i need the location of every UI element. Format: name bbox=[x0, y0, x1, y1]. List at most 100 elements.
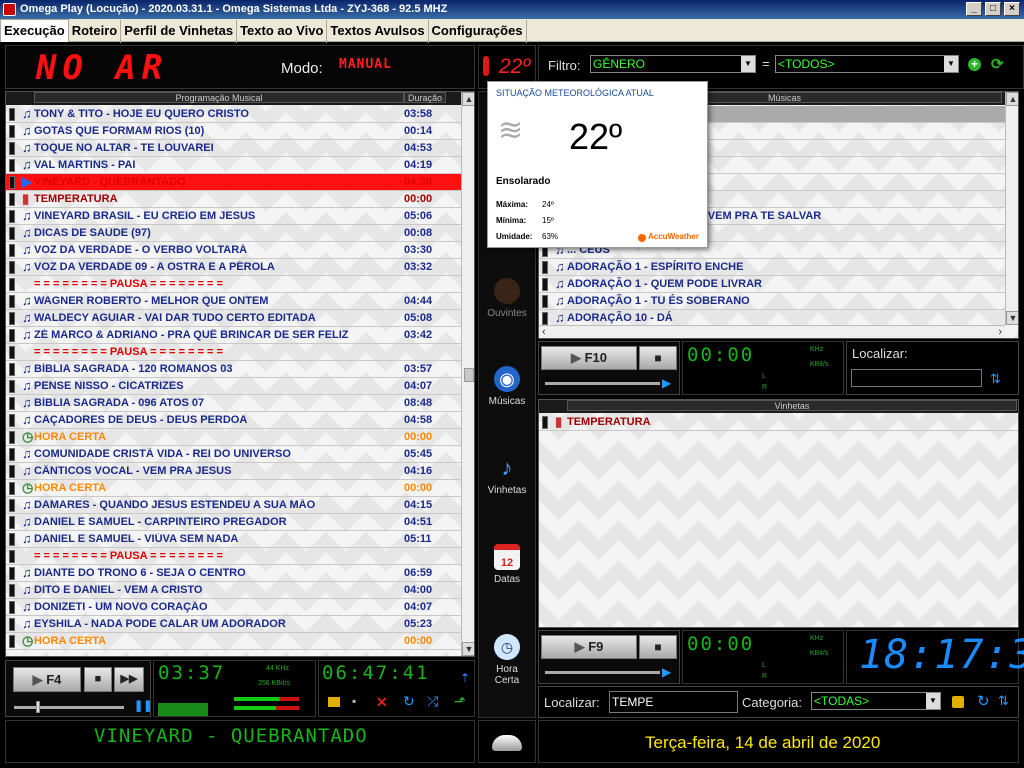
search-top-input[interactable] bbox=[851, 369, 982, 387]
musicas-hscrollbar[interactable]: ‹ › bbox=[539, 325, 1005, 338]
add-filter-icon[interactable]: + bbox=[968, 58, 981, 71]
row-handle[interactable] bbox=[9, 244, 15, 257]
row-handle[interactable] bbox=[9, 618, 15, 631]
row-handle[interactable] bbox=[542, 312, 548, 325]
playlist-row[interactable]: ♫ PENSE NISSO - CICATRIZES 04:07 bbox=[6, 378, 461, 395]
row-handle[interactable] bbox=[9, 227, 15, 240]
minimize-button[interactable]: _ bbox=[966, 2, 982, 16]
folder-icon[interactable] bbox=[328, 697, 340, 707]
playlist-row[interactable]: ♫ WALDECY AGUIAR - VAI DAR TUDO CERTO EDI… bbox=[6, 310, 461, 327]
close-button[interactable]: × bbox=[1004, 2, 1020, 16]
row-handle[interactable] bbox=[9, 108, 15, 121]
sort-icon[interactable]: ⇅ bbox=[998, 693, 1009, 709]
row-handle[interactable] bbox=[9, 414, 15, 427]
row-handle[interactable] bbox=[9, 601, 15, 614]
refresh-icon[interactable]: ↻ bbox=[977, 692, 990, 710]
playlist-row[interactable]: ♫ WAGNER ROBERTO - MELHOR QUE ONTEM 04:44 bbox=[6, 293, 461, 310]
row-handle[interactable] bbox=[9, 346, 15, 359]
f10-seek-bar[interactable] bbox=[545, 382, 660, 385]
scroll-up-icon[interactable]: ▲ bbox=[1006, 92, 1018, 106]
row-handle[interactable] bbox=[9, 312, 15, 325]
header-programacao[interactable]: Programação Musical bbox=[34, 92, 404, 103]
refresh-icon[interactable]: ⟳ bbox=[991, 55, 1004, 73]
seek-thumb[interactable] bbox=[36, 701, 40, 713]
row-handle[interactable] bbox=[9, 363, 15, 376]
filter-value-select[interactable]: <TODOS> ▼ bbox=[775, 55, 959, 73]
row-handle[interactable] bbox=[9, 159, 15, 172]
playlist-row[interactable]: ♫ DONIZETI - UM NOVO CORAÇÃO 04:07 bbox=[6, 599, 461, 616]
row-handle[interactable] bbox=[9, 380, 15, 393]
row-handle[interactable] bbox=[9, 125, 15, 138]
mode-value[interactable]: MANUAL bbox=[339, 57, 392, 72]
scroll-left-icon[interactable]: ‹ bbox=[542, 326, 546, 338]
playlist-row[interactable]: ♫ DITO E DANIEL - VEM A CRISTO 04:00 bbox=[6, 582, 461, 599]
playlist-row[interactable]: ▶ VINEYARD - QUEBRANTADO 04:30 bbox=[6, 174, 461, 191]
playlist-row[interactable]: ♫ DIANTE DO TRONO 6 - SEJA O CENTRO 06:59 bbox=[6, 565, 461, 582]
scroll-down-icon[interactable]: ▼ bbox=[1006, 311, 1018, 325]
playlist-row[interactable]: ◷ HORA CERTA 00:00 bbox=[6, 480, 461, 497]
folder-icon[interactable] bbox=[952, 696, 964, 708]
playlist-row[interactable]: ♫ EYSHILA - NADA PODE CALAR UM ADORADOR 05… bbox=[6, 616, 461, 633]
playlist-row[interactable]: = = = = = = = = PAUSA = = = = = = = = bbox=[6, 276, 461, 293]
scroll-right-icon[interactable]: › bbox=[998, 326, 1002, 338]
row-handle[interactable] bbox=[9, 533, 15, 546]
category-select[interactable]: <TODAS> ▼ bbox=[811, 692, 941, 710]
music-row[interactable]: ♫ ADORAÇÃO 1 - QUEM PODE LIVRAR bbox=[539, 276, 1005, 293]
pause-icon[interactable]: ❚❚ bbox=[134, 699, 152, 712]
row-handle[interactable] bbox=[9, 431, 15, 444]
datas-button[interactable]: 12 Datas bbox=[483, 544, 531, 585]
vinhetas-button[interactable]: ♪ Vinhetas bbox=[483, 455, 531, 496]
row-handle[interactable] bbox=[9, 635, 15, 648]
stop-button[interactable]: ■ bbox=[84, 667, 112, 692]
f10-play-button[interactable]: ▶ F10 bbox=[541, 346, 637, 370]
playlist-row[interactable]: ♫ DANIEL E SAMUEL - VIÚVA SEM NADA 05:11 bbox=[6, 531, 461, 548]
search-bottom-input[interactable] bbox=[609, 691, 738, 713]
tab-textos-avulsos[interactable]: Textos Avulsos bbox=[327, 20, 429, 43]
playlist-row[interactable]: ◷ HORA CERTA 00:00 bbox=[6, 633, 461, 650]
row-handle[interactable] bbox=[9, 176, 15, 189]
playlist-row[interactable]: ♫ DICAS DE SAÚDE (97) 00:08 bbox=[6, 225, 461, 242]
f10-play-icon[interactable]: ▶ bbox=[662, 376, 671, 390]
next-button[interactable]: ▶▶ bbox=[114, 667, 144, 692]
up-arrow-icon[interactable]: ⇡ bbox=[460, 671, 470, 685]
tab-configuracoes[interactable]: Configurações bbox=[429, 20, 527, 43]
hora-certa-button[interactable]: ◷ Hora Certa bbox=[483, 634, 531, 686]
row-handle[interactable] bbox=[9, 482, 15, 495]
row-handle[interactable] bbox=[9, 516, 15, 529]
shuffle-icon[interactable]: ⤮ bbox=[427, 693, 438, 710]
playlist-row[interactable]: ♫ DANIEL E SAMUEL - CARPINTEIRO PREGADOR 0… bbox=[6, 514, 461, 531]
playlist-row[interactable]: = = = = = = = = PAUSA = = = = = = = = bbox=[6, 344, 461, 361]
playlist-row[interactable]: ♫ ZÉ MARCO & ADRIANO - PRA QUÊ BRINCAR DE… bbox=[6, 327, 461, 344]
tab-texto-ao-vivo[interactable]: Texto ao Vivo bbox=[237, 20, 328, 43]
row-handle[interactable] bbox=[9, 465, 15, 478]
playlist-row[interactable]: ▮ TEMPERATURA 00:00 bbox=[6, 191, 461, 208]
f9-play-button[interactable]: ▶ F9 bbox=[541, 635, 637, 659]
row-handle[interactable] bbox=[9, 142, 15, 155]
playlist-row[interactable]: ♫ DAMARES - QUANDO JESUS ESTENDEU A SUA M… bbox=[6, 497, 461, 514]
music-row[interactable]: ♫ ADORAÇÃO 1 - ESPÍRITO ENCHE bbox=[539, 259, 1005, 276]
playlist-row[interactable]: ♫ VOZ DA VERDADE 09 - A OSTRA E A PÉROLA 0… bbox=[6, 259, 461, 276]
save-icon[interactable]: ▪ bbox=[352, 694, 356, 708]
playlist-row[interactable]: ♫ CAÇADORES DE DEUS - DEUS PERDOA 04:58 bbox=[6, 412, 461, 429]
playlist-row[interactable]: ♫ VOZ DA VERDADE - O VERBO VOLTARÁ 03:30 bbox=[6, 242, 461, 259]
musicas-button[interactable]: ◉ Músicas bbox=[483, 366, 531, 407]
row-handle[interactable] bbox=[9, 550, 15, 563]
f9-seek-bar[interactable] bbox=[545, 671, 660, 674]
f9-stop-button[interactable]: ■ bbox=[639, 635, 677, 659]
delete-icon[interactable]: ✕ bbox=[376, 694, 388, 711]
filter-field-select[interactable]: GÊNERO ▼ bbox=[590, 55, 756, 73]
f4-play-button[interactable]: ▶ F4 bbox=[13, 667, 81, 692]
tab-execucao[interactable]: Execução bbox=[0, 19, 69, 42]
row-handle[interactable] bbox=[9, 329, 15, 342]
scroll-thumb[interactable] bbox=[464, 368, 474, 382]
playlist-row[interactable]: ♫ CÂNTICOS VOCAL - VEM PRA JESUS 04:16 bbox=[6, 463, 461, 480]
header-duracao[interactable]: Duração bbox=[404, 92, 446, 103]
playlist-row[interactable]: ♫ BÍBLIA SAGRADA - 120 ROMANOS 03 03:57 bbox=[6, 361, 461, 378]
tab-perfil-vinhetas[interactable]: Perfil de Vinhetas bbox=[121, 20, 238, 43]
row-handle[interactable] bbox=[542, 295, 548, 308]
row-handle[interactable] bbox=[542, 416, 548, 429]
f10-stop-button[interactable]: ■ bbox=[639, 346, 677, 370]
row-handle[interactable] bbox=[9, 261, 15, 274]
row-handle[interactable] bbox=[9, 210, 15, 223]
ouvintes-button[interactable]: Ouvintes bbox=[483, 278, 531, 319]
